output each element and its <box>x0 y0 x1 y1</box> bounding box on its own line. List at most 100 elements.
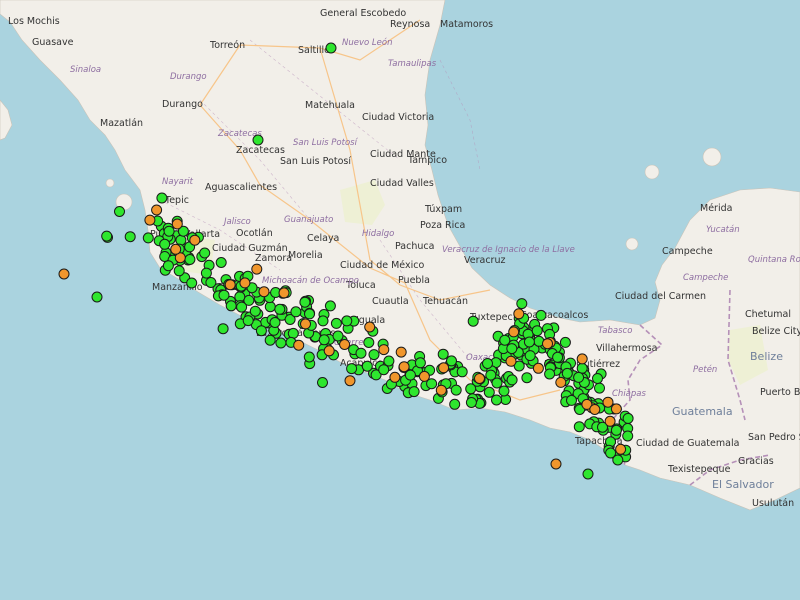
earthquake-marker-green[interactable] <box>544 368 556 380</box>
earthquake-marker-orange[interactable] <box>542 338 553 350</box>
earthquake-marker-green[interactable] <box>324 300 336 312</box>
earthquake-marker-orange[interactable] <box>258 286 270 298</box>
earthquake-marker-orange[interactable] <box>474 373 485 384</box>
earthquake-marker-orange[interactable] <box>144 214 156 226</box>
earthquake-marker-green[interactable] <box>467 315 479 327</box>
earthquake-marker-green[interactable] <box>124 231 136 243</box>
earthquake-marker-green[interactable] <box>255 325 267 337</box>
earthquake-marker-green[interactable] <box>205 277 217 288</box>
earthquake-marker-green[interactable] <box>450 384 462 396</box>
earthquake-marker-green[interactable] <box>142 232 154 244</box>
earthquake-marker-green[interactable] <box>456 366 468 378</box>
earthquake-marker-green[interactable] <box>449 398 461 410</box>
earthquake-marker-green[interactable] <box>465 383 477 395</box>
earthquake-marker-green[interactable] <box>101 230 113 242</box>
earthquake-marker-green[interactable] <box>215 257 227 268</box>
map-canvas[interactable]: Los Mochis Guasave Torreón Saltillo General … <box>0 0 800 600</box>
earthquake-marker-orange[interactable] <box>615 443 627 455</box>
earthquake-marker-green[interactable] <box>485 369 497 381</box>
earthquake-marker-green[interactable] <box>573 421 585 433</box>
earthquake-marker-orange[interactable] <box>389 371 401 383</box>
earthquake-marker-green[interactable] <box>114 206 125 217</box>
earthquake-marker-orange[interactable] <box>339 339 351 350</box>
earthquake-marker-green[interactable] <box>303 351 315 363</box>
earthquake-marker-green[interactable] <box>414 357 426 369</box>
earthquake-marker-orange[interactable] <box>555 376 567 388</box>
earthquake-marker-green[interactable] <box>186 277 198 289</box>
earthquake-marker-orange[interactable] <box>251 263 263 275</box>
earthquake-marker-orange[interactable] <box>398 361 410 373</box>
earthquake-marker-green[interactable] <box>173 265 185 277</box>
earthquake-marker-orange[interactable] <box>364 321 376 333</box>
earthquake-marker-green[interactable] <box>269 317 281 328</box>
earthquake-marker-green[interactable] <box>318 334 330 346</box>
earthquake-marker-orange[interactable] <box>576 353 588 365</box>
earthquake-marker-orange[interactable] <box>438 362 450 374</box>
earthquake-marker-green[interactable] <box>274 303 286 315</box>
earthquake-marker-orange[interactable] <box>323 345 335 357</box>
earthquake-marker-green[interactable] <box>363 337 375 348</box>
earthquake-marker-green[interactable] <box>521 372 533 384</box>
earthquake-marker-green[interactable] <box>162 260 174 272</box>
earthquake-marker-green[interactable] <box>465 397 477 408</box>
earthquake-marker-orange[interactable] <box>378 344 390 356</box>
earthquake-marker-green[interactable] <box>483 386 495 398</box>
earthquake-marker-green[interactable] <box>252 134 264 146</box>
earthquake-marker-green[interactable] <box>249 305 261 317</box>
earthquake-marker-orange[interactable] <box>189 234 201 246</box>
earthquake-marker-green[interactable] <box>594 382 605 394</box>
earthquake-marker-green[interactable] <box>506 343 518 355</box>
earthquake-marker-orange[interactable] <box>604 415 616 427</box>
earthquake-marker-orange[interactable] <box>435 384 447 396</box>
earthquake-marker-green[interactable] <box>622 412 634 424</box>
earthquake-marker-green[interactable] <box>236 301 248 313</box>
earthquake-marker-green[interactable] <box>524 350 536 362</box>
earthquake-marker-orange[interactable] <box>610 403 622 415</box>
earthquake-marker-green[interactable] <box>535 309 547 321</box>
earthquake-marker-green[interactable] <box>482 358 493 369</box>
earthquake-marker-green[interactable] <box>561 367 573 379</box>
earthquake-marker-green[interactable] <box>163 225 175 237</box>
earthquake-marker-orange[interactable] <box>300 318 311 330</box>
earthquake-marker-orange[interactable] <box>170 243 182 255</box>
earthquake-marker-green[interactable] <box>91 291 103 303</box>
earthquake-marker-orange[interactable] <box>395 346 407 358</box>
earthquake-marker-green[interactable] <box>573 371 585 383</box>
earthquake-marker-green[interactable] <box>159 238 171 250</box>
earthquake-marker-green[interactable] <box>491 394 502 406</box>
earthquake-marker-green[interactable] <box>408 386 420 398</box>
earthquake-marker-green[interactable] <box>499 334 511 346</box>
earthquake-marker-green[interactable] <box>361 360 373 372</box>
earthquake-marker-orange[interactable] <box>224 279 236 291</box>
earthquake-marker-green[interactable] <box>304 308 315 320</box>
earthquake-marker-green[interactable] <box>622 430 634 442</box>
earthquake-marker-orange[interactable] <box>239 277 251 289</box>
earthquake-marker-green[interactable] <box>317 315 329 327</box>
earthquake-marker-orange[interactable] <box>58 268 70 280</box>
earthquake-marker-green[interactable] <box>317 377 328 388</box>
earthquake-marker-orange[interactable] <box>602 396 614 408</box>
earthquake-marker-orange[interactable] <box>532 362 544 374</box>
earthquake-marker-orange[interactable] <box>278 287 290 299</box>
earthquake-marker-green[interactable] <box>552 351 564 363</box>
earthquake-marker-orange[interactable] <box>550 458 562 470</box>
earthquake-marker-green[interactable] <box>523 336 535 348</box>
earthquake-marker-orange[interactable] <box>151 204 163 216</box>
earthquake-marker-green[interactable] <box>355 347 367 359</box>
earthquake-marker-green[interactable] <box>531 325 543 337</box>
earthquake-marker-green[interactable] <box>516 298 528 310</box>
earthquake-marker-green[interactable] <box>506 374 518 386</box>
earthquake-marker-orange[interactable] <box>418 370 430 382</box>
earthquake-marker-green[interactable] <box>200 267 212 279</box>
earthquake-marker-green[interactable] <box>225 300 237 312</box>
earthquake-marker-orange[interactable] <box>171 218 183 230</box>
earthquake-marker-green[interactable] <box>242 315 254 327</box>
earthquake-marker-green[interactable] <box>217 323 229 335</box>
earthquake-marker-orange[interactable] <box>344 375 356 387</box>
earthquake-marker-green[interactable] <box>437 348 449 360</box>
earthquake-marker-green[interactable] <box>498 385 510 397</box>
earthquake-marker-green[interactable] <box>275 337 287 349</box>
map-view[interactable]: Los Mochis Guasave Torreón Saltillo General … <box>0 0 800 600</box>
earthquake-marker-green[interactable] <box>576 362 588 374</box>
earthquake-marker-green[interactable] <box>290 306 302 318</box>
